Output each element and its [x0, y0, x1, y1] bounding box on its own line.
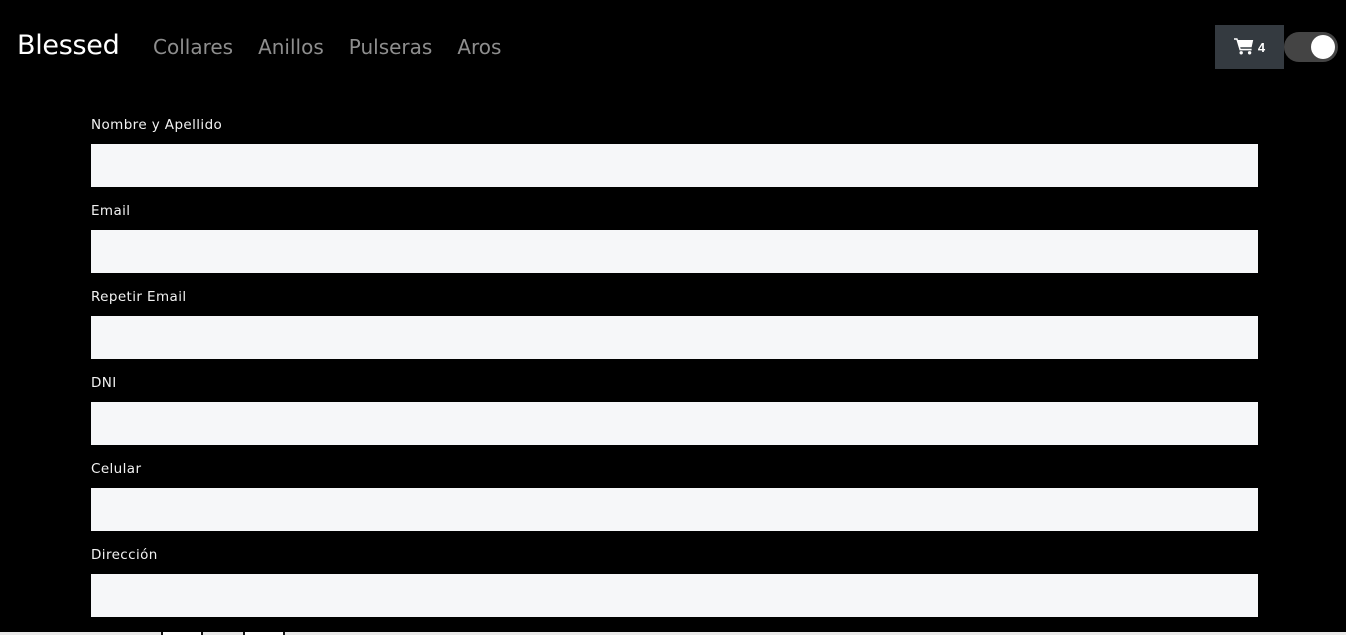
nombre-apellido-input[interactable]	[91, 144, 1258, 187]
field-label: Celular	[91, 461, 142, 477]
celular-input[interactable]	[91, 488, 1258, 531]
repetir-email-input[interactable]	[91, 316, 1258, 359]
field-dni: DNI	[91, 372, 1258, 445]
nav-link-aros[interactable]: Aros	[457, 33, 501, 61]
theme-toggle[interactable]	[1284, 32, 1338, 62]
direccion-input[interactable]	[91, 574, 1258, 617]
email-input[interactable]	[91, 230, 1258, 273]
field-label: Email	[91, 203, 131, 219]
field-label: DNI	[91, 375, 117, 391]
brand-logo[interactable]: Blessed	[17, 28, 120, 64]
cart-count-badge: 4	[1257, 39, 1266, 55]
field-label: Repetir Email	[91, 289, 187, 305]
shopping-cart-icon	[1233, 37, 1258, 58]
field-label: Dirección	[91, 547, 158, 563]
field-repetir-email: Repetir Email	[91, 286, 1258, 359]
dni-input[interactable]	[91, 402, 1258, 445]
navbar: Blessed Collares Anillos Pulseras Aros 4	[0, 0, 1346, 93]
field-label: Nombre y Apellido	[91, 117, 223, 133]
nav-link-anillos[interactable]: Anillos	[258, 33, 324, 61]
field-direccion: Dirección	[91, 544, 1258, 617]
nav-link-collares[interactable]: Collares	[153, 33, 233, 61]
field-nombre-apellido: Nombre y Apellido	[91, 114, 1258, 187]
field-email: Email	[91, 200, 1258, 273]
field-celular: Celular	[91, 458, 1258, 531]
nav-links: Collares Anillos Pulseras Aros	[153, 33, 526, 61]
toggle-knob	[1311, 35, 1335, 59]
checkout-form: Nombre y Apellido Email Repetir Email DN…	[91, 114, 1258, 630]
cart-button[interactable]: 4	[1215, 25, 1284, 69]
nav-link-pulseras[interactable]: Pulseras	[349, 33, 433, 61]
